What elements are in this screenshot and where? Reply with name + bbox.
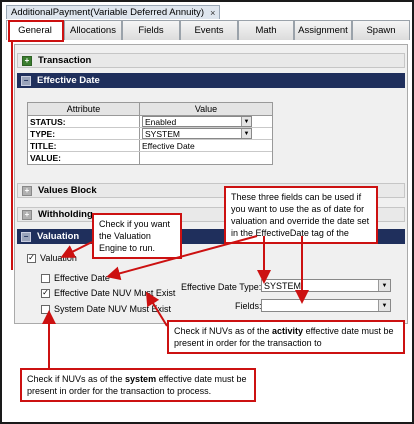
table-row: STATUS: Enabled ▼ bbox=[28, 116, 272, 128]
effective-date-type-label: Effective Date Type: bbox=[181, 282, 262, 292]
chevron-down-icon[interactable]: ▼ bbox=[241, 117, 251, 126]
grid-header-value: Value bbox=[194, 104, 218, 114]
fields-select[interactable]: ▼ bbox=[261, 299, 391, 312]
status-select[interactable]: Enabled ▼ bbox=[142, 116, 252, 127]
expand-icon[interactable]: + bbox=[22, 185, 32, 196]
collapse-icon[interactable]: − bbox=[21, 75, 31, 86]
callout-activity-bold: activity bbox=[272, 326, 304, 336]
effective-date-checkbox-label: Effective Date bbox=[54, 273, 110, 283]
tab-spawn[interactable]: Spawn bbox=[352, 20, 410, 40]
section-valuation-label: Valuation bbox=[37, 231, 80, 242]
type-select-value: SYSTEM bbox=[145, 128, 180, 139]
tab-assignment[interactable]: Assignment bbox=[294, 20, 352, 40]
system-date-nuv-checkbox[interactable]: System Date NUV Must Exist bbox=[41, 304, 171, 314]
callout-system-text-1: Check if NUVs as of the bbox=[27, 374, 126, 384]
section-transaction[interactable]: + Transaction bbox=[17, 53, 405, 68]
document-tab[interactable]: AdditionalPayment(Variable Deferred Annu… bbox=[6, 5, 221, 19]
attribute-grid: Attribute Value STATUS: Enabled ▼ TYPE: … bbox=[27, 102, 273, 165]
expand-icon[interactable]: + bbox=[22, 55, 32, 66]
chevron-down-icon[interactable]: ▼ bbox=[378, 280, 390, 291]
table-row: VALUE: bbox=[28, 152, 272, 164]
grid-attribute-title: TITLE: bbox=[28, 140, 140, 151]
general-panel: + Transaction − Effective Date Attribute… bbox=[14, 44, 408, 324]
check-icon[interactable]: ✓ bbox=[27, 253, 36, 263]
grid-attribute-status: STATUS: bbox=[28, 116, 140, 127]
table-row: TITLE: Effective Date bbox=[28, 140, 272, 152]
section-values-block-label: Values Block bbox=[38, 185, 97, 196]
tab-math[interactable]: Math bbox=[238, 20, 294, 40]
system-date-nuv-checkbox-label: System Date NUV Must Exist bbox=[54, 304, 172, 314]
section-withholding-label: Withholding bbox=[38, 209, 93, 220]
general-tab-highlight bbox=[8, 20, 64, 42]
tab-strip: General Allocations Fields Events Math A… bbox=[6, 20, 410, 40]
expand-icon[interactable]: + bbox=[22, 209, 32, 220]
callout-valuation-engine: Check if you want the Valuation Engine t… bbox=[92, 213, 182, 259]
checkbox-box[interactable] bbox=[41, 304, 50, 314]
chevron-down-icon[interactable]: ▼ bbox=[378, 300, 390, 311]
tab-fields[interactable]: Fields bbox=[122, 20, 180, 40]
fields-label: Fields: bbox=[235, 301, 262, 311]
grid-attribute-type: TYPE: bbox=[28, 128, 140, 139]
effective-date-type-value: SYSTEM bbox=[264, 280, 302, 291]
valuation-checkbox[interactable]: ✓ Valuation bbox=[27, 253, 77, 263]
nuv-must-exist-checkbox[interactable]: ✓ Effective Date NUV Must Exist bbox=[41, 288, 175, 298]
tab-allocations[interactable]: Allocations bbox=[64, 20, 122, 40]
callout-three-fields: These three fields can be used if you wa… bbox=[224, 186, 378, 244]
check-icon[interactable]: ✓ bbox=[41, 288, 50, 298]
callout-activity-nuv: Check if NUVs as of the activity effecti… bbox=[167, 320, 405, 354]
callout-system-bold: system bbox=[125, 374, 157, 384]
collapse-icon[interactable]: − bbox=[21, 231, 31, 242]
section-effective-date-label: Effective Date bbox=[37, 75, 100, 86]
title-field[interactable]: Effective Date bbox=[140, 140, 250, 151]
callout-activity-text-1: Check if NUVs as of the bbox=[174, 326, 273, 336]
window-frame: AdditionalPayment(Variable Deferred Annu… bbox=[0, 0, 414, 424]
status-select-value: Enabled bbox=[145, 116, 177, 127]
nuv-must-exist-checkbox-label: Effective Date NUV Must Exist bbox=[54, 288, 176, 298]
section-transaction-label: Transaction bbox=[38, 55, 92, 66]
valuation-checkbox-label: Valuation bbox=[40, 253, 77, 263]
chevron-down-icon[interactable]: ▼ bbox=[241, 129, 251, 138]
table-row: TYPE: SYSTEM ▼ bbox=[28, 128, 272, 140]
checkbox-box[interactable] bbox=[41, 273, 50, 283]
value-field[interactable] bbox=[140, 152, 250, 164]
effective-date-checkbox[interactable]: Effective Date bbox=[41, 273, 110, 283]
callout-system-nuv: Check if NUVs as of the system effective… bbox=[20, 368, 256, 402]
grid-header-attribute: Attribute bbox=[28, 103, 140, 115]
close-icon[interactable]: × bbox=[210, 8, 215, 18]
tab-events[interactable]: Events bbox=[180, 20, 238, 40]
document-tab-title: AdditionalPayment(Variable Deferred Annu… bbox=[11, 7, 205, 18]
section-effective-date[interactable]: − Effective Date bbox=[17, 73, 405, 88]
grid-header: Attribute Value bbox=[28, 103, 272, 116]
type-select[interactable]: SYSTEM ▼ bbox=[142, 128, 252, 139]
grid-attribute-value: VALUE: bbox=[28, 152, 140, 164]
effective-date-type-select[interactable]: SYSTEM ▼ bbox=[261, 279, 391, 292]
